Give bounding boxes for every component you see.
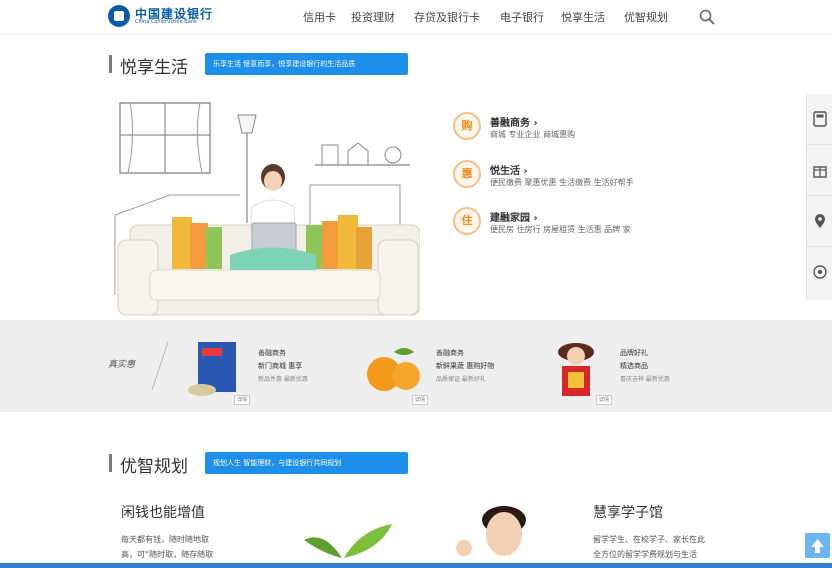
- feature-description: 便民缴费 聚惠优惠 生活缴费 生活好帮手: [490, 178, 634, 187]
- feature-description: 便民房 住房行 房屋租赁 生活惠 品牌 家: [490, 225, 631, 234]
- feature-yue-life[interactable]: 惠 悦生活 › 便民缴费 聚惠优惠 生活缴费 生活好帮手: [453, 160, 703, 200]
- student-hall-line: 全方位的留学学费规划与生活: [593, 550, 697, 559]
- feature-jianrong-home[interactable]: 住 建融家园 › 便民房 住房行 房屋租赁 生活惠 品牌 家: [453, 207, 703, 247]
- side-button-service[interactable]: [807, 247, 832, 297]
- nav-e-banking[interactable]: 电子银行: [500, 9, 544, 25]
- section-title: 优智规划: [120, 457, 188, 477]
- section-divider: [109, 55, 112, 73]
- search-icon[interactable]: [699, 9, 715, 25]
- product-note: 新品件惠 最新优惠: [258, 376, 308, 383]
- side-button-gift[interactable]: [807, 145, 832, 196]
- product-detail-badge[interactable]: 详情: [412, 395, 429, 405]
- feature-description: 商城 专业企业 商城惠购: [490, 130, 576, 139]
- section-tagline: 规划人生 智能理财，与建设银行共同规划: [205, 452, 408, 474]
- feature-title[interactable]: 善融商务 ›: [490, 114, 538, 129]
- section-smart-planning-header: 优智规划 规划人生 智能理财，与建设银行共同规划: [109, 452, 419, 477]
- nav-investment[interactable]: 投资理财: [351, 9, 395, 25]
- home-icon: 住: [453, 207, 481, 235]
- product-doll-image: [558, 343, 594, 396]
- section-tagline: 乐享生活 惬意而享，悦享建设银行的生活品质: [205, 53, 408, 75]
- bank-logo-icon: [108, 5, 130, 27]
- calculator-icon: [813, 111, 827, 127]
- discount-icon: 惠: [453, 160, 481, 188]
- top-header: 中国建设银行 China Construction Bank 信用卡 投资理财 …: [0, 0, 832, 35]
- product-subtitle: 新鲜果蔬 惠购好物: [436, 362, 495, 370]
- nav-smart-planning[interactable]: 优智规划: [624, 9, 668, 25]
- feature-shanrong-commerce[interactable]: 购 善融商务 › 商城 专业企业 商城惠购: [453, 112, 703, 152]
- student-hall-line: 留学学生、在校学子、家长在此: [593, 535, 705, 544]
- gift-icon: [813, 166, 827, 178]
- product-card[interactable]: 品牌好礼 精选商品 喜庆吉祥 最新优惠 详情: [548, 330, 718, 405]
- side-button-calculator[interactable]: [807, 94, 832, 145]
- bank-logo[interactable]: 中国建设银行 China Construction Bank: [108, 5, 248, 29]
- product-title: 善融商务: [436, 349, 464, 357]
- product-title: 品牌好礼: [620, 349, 648, 357]
- product-card[interactable]: 善融商务 新门商城 惠享 新品件惠 最新优惠 详情: [186, 330, 356, 405]
- product-note: 喜庆吉祥 最新优惠: [620, 376, 670, 383]
- idle-money-line: 高，可“随时取，随存随取: [121, 550, 214, 559]
- product-detail-badge[interactable]: 详情: [596, 395, 613, 405]
- idle-money-line: 每天都有钱，随时随地取: [121, 535, 209, 544]
- bank-logo-english: China Construction Bank: [135, 19, 197, 25]
- section-title: 悦享生活: [120, 58, 188, 78]
- section-divider: [109, 454, 112, 472]
- strip-label: 真实惠: [108, 360, 136, 370]
- nav-enjoy-life[interactable]: 悦享生活: [561, 9, 605, 25]
- student-hall-title[interactable]: 慧享学子馆: [593, 502, 663, 522]
- bottom-accent-bar: [0, 563, 832, 568]
- section-enjoy-life-header: 悦享生活 乐享生活 惬意而享，悦享建设银行的生活品质: [109, 53, 419, 78]
- featured-products-strip: 真实惠 善融商务 新门商城 惠享 新品件惠 最新优惠 详情 善融商务 新鲜果蔬 …: [0, 320, 832, 412]
- floating-side-toolbar: [806, 94, 832, 300]
- idle-money-title[interactable]: 闲钱也能增值: [121, 502, 205, 522]
- product-box-image: [188, 342, 236, 396]
- nav-deposit-loan-card[interactable]: 存贷及银行卡: [414, 9, 480, 25]
- feature-title[interactable]: 建融家园 ›: [490, 209, 538, 224]
- shopping-icon: 购: [453, 112, 481, 140]
- product-subtitle: 精选商品: [620, 362, 648, 370]
- product-note: 品质保证 最新好礼: [436, 376, 486, 383]
- arrow-up-icon: [811, 539, 824, 553]
- product-card[interactable]: 善融商务 新鲜果蔬 惠购好物 品质保证 最新好礼 详情: [364, 330, 534, 405]
- slash-divider: [151, 341, 169, 391]
- nav-credit-card[interactable]: 信用卡: [303, 9, 336, 25]
- product-title: 善融商务: [258, 349, 286, 357]
- product-detail-badge[interactable]: 详情: [234, 395, 251, 405]
- location-pin-icon: [815, 214, 825, 228]
- customer-service-icon: [813, 265, 827, 279]
- leaf-illustration: [304, 524, 392, 558]
- product-oranges-image: [367, 348, 420, 391]
- product-subtitle: 新门商城 惠享: [258, 362, 303, 370]
- feature-title[interactable]: 悦生活 ›: [490, 162, 528, 177]
- student-photo: [456, 506, 526, 556]
- side-button-location[interactable]: [807, 196, 832, 247]
- living-room-illustration: [114, 102, 420, 316]
- back-to-top-button[interactable]: [805, 533, 830, 558]
